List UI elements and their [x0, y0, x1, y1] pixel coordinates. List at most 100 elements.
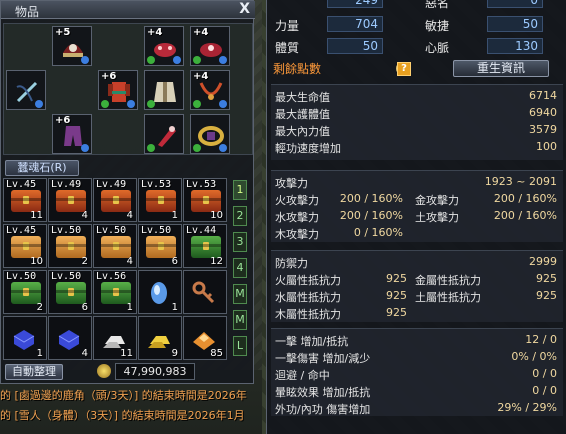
stat-label-constitution: 體質	[275, 41, 300, 55]
socket-indicator	[81, 56, 89, 64]
chest-icon	[11, 236, 41, 258]
equip-slot-pants[interactable]: +6	[52, 114, 92, 154]
inventory-title-bar[interactable]: 物品 X	[1, 1, 255, 19]
misc-stat-value: 0 / 0	[532, 367, 557, 380]
misc-stat-label: 一擊 增加/抵抗	[275, 335, 349, 348]
equip-slot-armor[interactable]: +6	[98, 70, 138, 110]
page-tab[interactable]: 3	[233, 232, 247, 252]
equip-slot-robe[interactable]	[144, 70, 184, 110]
equip-slot-helmet[interactable]: +5	[52, 26, 92, 66]
item-level: Lv.53	[141, 179, 172, 190]
inventory-item-slot[interactable]: 4	[48, 316, 92, 360]
chest-icon	[11, 282, 41, 304]
defense-element-label: 水屬性抵抗力	[275, 291, 341, 304]
item-level: Lv.45	[6, 179, 37, 190]
page-tab[interactable]: M	[233, 284, 247, 304]
chest-icon	[56, 236, 86, 258]
misc-stats-section: 一擊 增加/抵抗 12 / 0 一擊傷害 增加/減少 0% / 0% 迴避 / 命中 0 …	[271, 328, 563, 416]
inventory-item-slot[interactable]: Lv.50 6	[48, 270, 92, 314]
inventory-item-slot[interactable]: Lv.56 1	[93, 270, 137, 314]
item-grid: Lv.45 11 Lv.49 4 Lv.49 4 Lv.53 1 Lv.53 10 Lv.45 10 L…	[3, 178, 231, 362]
basic-stat-label: 最大護體值	[275, 108, 330, 121]
basic-stats-section: 最大生命值 6714 最大護體值 6940 最大內力值 3579 輕功速度增加 100	[271, 84, 563, 160]
equip-slot-bracer[interactable]: +4	[144, 26, 184, 66]
misc-stat-value: 0% / 0%	[511, 350, 557, 363]
socket-indicator	[147, 144, 155, 152]
defense-section: 防禦力 2999 火屬性抵抗力 925 金屬性抵抗力 925 水屬性抵抗力 925 土屬性抵抗力…	[271, 250, 563, 322]
defense-element-label: 木屬性抵抗力	[275, 308, 341, 321]
equip-slot-necklace[interactable]: +4	[190, 70, 230, 110]
inventory-item-slot[interactable]: Lv.49 4	[48, 178, 92, 222]
page-tab[interactable]: 1	[233, 180, 247, 200]
character-stats-window: 249 惡名 0 力量 704 敏捷 50 體質 50 心脈 130 剩餘點數 …	[266, 0, 566, 434]
basic-stat-label: 最大內力值	[275, 125, 330, 138]
inventory-item-slot[interactable]: 11	[93, 316, 137, 360]
inventory-item-slot[interactable]: Lv.45 11	[3, 178, 47, 222]
item-count: 4	[126, 210, 133, 221]
inventory-item-slot[interactable]: Lv.50 2	[3, 270, 47, 314]
stat-value-strength: 704	[327, 16, 383, 32]
attack-element-value: 200 / 160%	[493, 209, 557, 222]
shoulder-icon	[158, 126, 176, 147]
inventory-item-slot[interactable]: Lv.49 4	[93, 178, 137, 222]
attack-element-value: 200 / 160%	[339, 209, 403, 222]
equip-slot-gauntlet[interactable]: +4	[190, 26, 230, 66]
socket-indicator	[101, 100, 109, 108]
page-tab[interactable]: 4	[233, 258, 247, 278]
chest-icon	[101, 282, 131, 304]
defense-element-value: 925	[536, 289, 557, 302]
tab-soul-stone[interactable]: 蠶魂石(R)	[5, 160, 79, 176]
item-count: 1	[171, 302, 178, 313]
stat-label-strength: 力量	[275, 19, 300, 33]
attack-element-label: 木攻擊力	[275, 228, 319, 241]
socket-indicator	[193, 144, 201, 152]
inventory-item-slot[interactable]: 1	[3, 316, 47, 360]
page-tab[interactable]: 2	[233, 206, 247, 226]
basic-stat-label: 輕功速度增加	[275, 142, 341, 155]
inventory-item-slot[interactable]: 1	[138, 270, 182, 314]
attack-section: 攻擊力 1923 ~ 2091 火攻擊力 200 / 160% 金攻擊力 200 / 16…	[271, 170, 563, 242]
attack-element-value: 0 / 160%	[353, 226, 403, 239]
misc-stat-label: 暈眩效果 增加/抵抗	[275, 386, 371, 399]
inventory-item-slot[interactable]: 9	[138, 316, 182, 360]
defense-element-label: 土屬性抵抗力	[415, 291, 481, 304]
attack-element-value: 200 / 160%	[493, 192, 557, 205]
item-level: Lv.50	[6, 271, 37, 282]
inventory-item-slot[interactable]: Lv.53 1	[138, 178, 182, 222]
page-tab[interactable]: M	[233, 310, 247, 330]
inventory-title: 物品	[15, 5, 40, 19]
equip-slot-shoulder[interactable]	[144, 114, 184, 154]
help-icon[interactable]: ?	[397, 62, 411, 76]
stat-value-infamy: 0	[487, 0, 543, 8]
orb-icon	[146, 280, 172, 306]
item-level: Lv.56	[96, 271, 127, 282]
socket-indicator	[219, 144, 227, 152]
key-icon	[191, 280, 217, 306]
inventory-item-slot[interactable]: Lv.50 6	[138, 224, 182, 268]
item-level: Lv.50	[141, 225, 172, 236]
equipment-panel: +5 +4 +4 +6 +4 +6	[3, 23, 253, 155]
equip-slot-belt[interactable]	[190, 114, 230, 154]
defense-element-value: 925	[536, 272, 557, 285]
page-tab[interactable]: L	[233, 336, 247, 356]
inventory-item-slot[interactable]: Lv.50 4	[93, 224, 137, 268]
auto-sort-button[interactable]: 自動整理	[5, 364, 63, 380]
item-level: Lv.53	[186, 179, 217, 190]
equip-slot-weapon[interactable]	[6, 70, 46, 110]
rebirth-info-button[interactable]: 重生資訊	[453, 60, 549, 77]
item-count: 2	[36, 302, 43, 313]
inventory-item-slot[interactable]	[183, 270, 227, 314]
attack-element-value: 200 / 160%	[339, 192, 403, 205]
inventory-item-slot[interactable]: Lv.44 12	[183, 224, 227, 268]
close-icon[interactable]: X	[239, 1, 250, 17]
inventory-item-slot[interactable]: 85	[183, 316, 227, 360]
inventory-item-slot[interactable]: Lv.45 10	[3, 224, 47, 268]
inventory-item-slot[interactable]: Lv.53 10	[183, 178, 227, 222]
misc-stat-label: 外功/內功 傷害增加	[275, 403, 371, 416]
item-level: Lv.49	[51, 179, 82, 190]
money-display: 47,990,983	[115, 363, 195, 380]
item-count: 1	[171, 210, 178, 221]
inventory-item-slot[interactable]: Lv.50 2	[48, 224, 92, 268]
chest-icon	[191, 190, 221, 212]
socket-indicator	[219, 100, 227, 108]
